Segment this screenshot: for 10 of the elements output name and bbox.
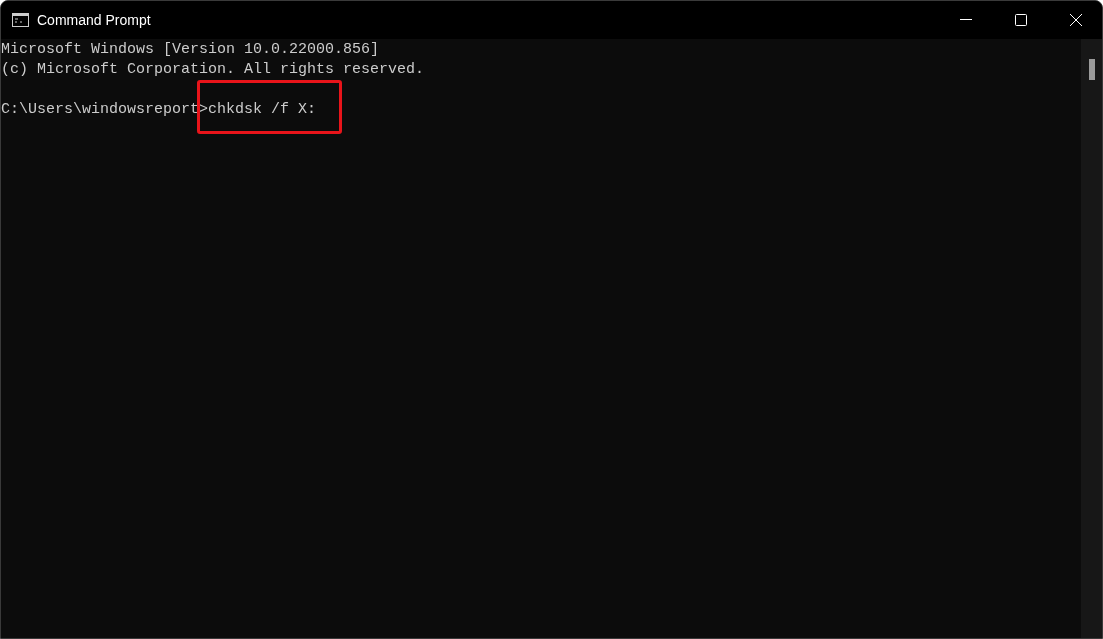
scrollbar[interactable] — [1081, 39, 1102, 638]
console-line: (c) Microsoft Corporation. All rights reserved. — [1, 60, 425, 80]
command-text: chkdsk /f X: — [208, 100, 317, 120]
close-icon — [1070, 14, 1082, 26]
terminal-icon — [12, 13, 29, 27]
console-line: Microsoft Windows [Version 10.0.22000.856] — [1, 40, 380, 60]
scrollbar-thumb[interactable] — [1088, 59, 1095, 80]
window-title: Command Prompt — [37, 10, 151, 30]
minimize-icon — [960, 19, 972, 21]
maximize-icon — [1015, 14, 1027, 26]
